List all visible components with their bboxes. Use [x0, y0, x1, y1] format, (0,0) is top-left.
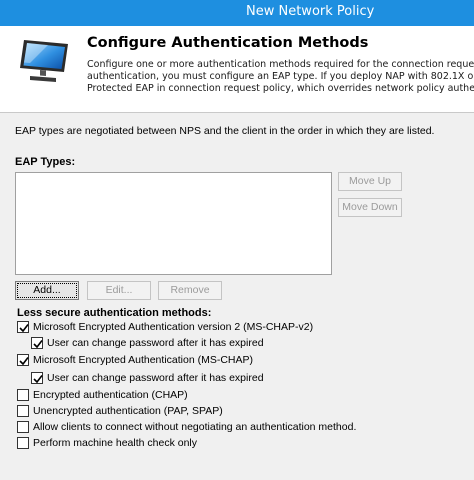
- checkbox-label: User can change password after it has ex…: [47, 372, 264, 384]
- mschapv2-checkbox-row[interactable]: Microsoft Encrypted Authentication versi…: [17, 320, 313, 334]
- main-content: EAP types are negotiated between NPS and…: [0, 114, 474, 480]
- checkbox-label: Microsoft Encrypted Authentication (MS-C…: [33, 354, 253, 366]
- pap-spap-checkbox-row[interactable]: Unencrypted authentication (PAP, SPAP): [17, 404, 223, 418]
- checkbox-label: Unencrypted authentication (PAP, SPAP): [33, 405, 223, 417]
- checkbox[interactable]: [17, 389, 29, 401]
- checkbox[interactable]: [17, 321, 29, 333]
- move-down-button[interactable]: Move Down: [338, 198, 402, 217]
- add-button[interactable]: Add...: [15, 281, 79, 300]
- page-title: Configure Authentication Methods: [87, 35, 369, 51]
- checkbox-label: Allow clients to connect without negotia…: [33, 421, 357, 433]
- checkbox[interactable]: [17, 421, 29, 433]
- checkbox-label: Microsoft Encrypted Authentication versi…: [33, 321, 314, 333]
- eap-info-text: EAP types are negotiated between NPS and…: [15, 125, 435, 137]
- description-line: authentication, you must configure an EA…: [87, 71, 474, 82]
- health-check-checkbox-row[interactable]: Perform machine health check only: [17, 436, 197, 450]
- chap-checkbox-row[interactable]: Encrypted authentication (CHAP): [17, 388, 188, 402]
- edit-button[interactable]: Edit...: [87, 281, 151, 300]
- checkbox[interactable]: [17, 405, 29, 417]
- monitor-icon: [18, 38, 70, 84]
- page-description: Configure one or more authentication met…: [87, 59, 474, 95]
- checkmark-icon: [33, 375, 43, 384]
- eap-types-label: EAP Types:: [15, 156, 76, 168]
- move-up-button[interactable]: Move Up: [338, 172, 402, 191]
- no-auth-checkbox-row[interactable]: Allow clients to connect without negotia…: [17, 420, 356, 434]
- mschap-change-password-row[interactable]: User can change password after it has ex…: [31, 371, 264, 385]
- checkbox[interactable]: [17, 354, 29, 366]
- checkbox[interactable]: [31, 372, 43, 384]
- mschap-checkbox-row[interactable]: Microsoft Encrypted Authentication (MS-C…: [17, 353, 253, 367]
- checkbox-label: User can change password after it has ex…: [47, 337, 264, 349]
- checkmark-icon: [33, 340, 43, 349]
- checkmark-icon: [19, 324, 29, 333]
- checkbox[interactable]: [31, 337, 43, 349]
- window-title: New Network Policy: [246, 4, 375, 19]
- remove-button[interactable]: Remove: [158, 281, 222, 300]
- checkbox-label: Perform machine health check only: [33, 437, 197, 449]
- page-header: Configure Authentication Methods Configu…: [0, 26, 474, 113]
- eap-types-list[interactable]: [15, 172, 332, 275]
- checkbox-label: Encrypted authentication (CHAP): [33, 389, 188, 401]
- description-line: Configure one or more authentication met…: [87, 59, 474, 70]
- mschapv2-change-password-row[interactable]: User can change password after it has ex…: [31, 336, 264, 350]
- less-secure-label: Less secure authentication methods:: [17, 307, 212, 319]
- checkbox[interactable]: [17, 437, 29, 449]
- title-bar[interactable]: New Network Policy: [0, 0, 474, 26]
- checkmark-icon: [19, 357, 29, 366]
- description-line: Protected EAP in connection request poli…: [87, 83, 474, 94]
